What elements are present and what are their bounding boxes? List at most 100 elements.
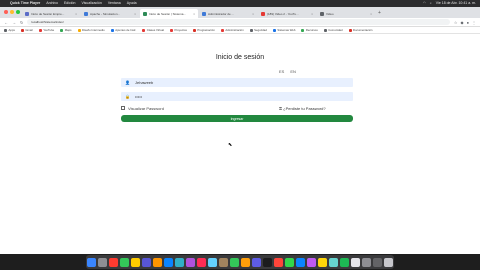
language-selector: ES EN bbox=[279, 69, 296, 74]
bookmark-item[interactable]: YouTube bbox=[38, 28, 54, 32]
new-tab-button[interactable]: + bbox=[378, 9, 381, 18]
dock-app-icon[interactable] bbox=[252, 257, 261, 267]
dock-app-icon[interactable] bbox=[274, 257, 283, 267]
reload-icon[interactable]: ↻ bbox=[20, 20, 23, 25]
forgot-password-link[interactable]: ⚿ ¿Perdiste tu Password? bbox=[279, 106, 326, 111]
dock-app-icon[interactable] bbox=[296, 257, 305, 267]
forward-icon[interactable]: → bbox=[12, 20, 16, 25]
browser-tab[interactable]: Inicio de Sesión | Sistema... × bbox=[140, 9, 198, 18]
dock-app-icon[interactable] bbox=[175, 257, 184, 267]
close-tab-icon[interactable]: × bbox=[370, 12, 372, 16]
bookmark-item[interactable]: Clases Virtual bbox=[142, 28, 164, 32]
bookmark-item[interactable]: Administración bbox=[220, 28, 244, 32]
dock-app-icon[interactable] bbox=[318, 257, 327, 267]
profile-icon[interactable]: ● bbox=[467, 20, 469, 25]
dock-app-icon[interactable] bbox=[219, 257, 228, 267]
username-field[interactable]: 👤 Jehaweeb bbox=[121, 78, 353, 87]
bookmark-item[interactable]: Recursos bbox=[301, 28, 318, 32]
bookmark-favicon-icon bbox=[323, 28, 327, 32]
bookmark-item[interactable]: Seguridad bbox=[249, 28, 267, 32]
bookmark-favicon-icon bbox=[272, 28, 276, 32]
dock-app-icon[interactable] bbox=[263, 257, 272, 267]
dock-app-icon[interactable] bbox=[384, 257, 393, 267]
dock-app-icon[interactable] bbox=[197, 257, 206, 267]
close-window-button[interactable] bbox=[4, 10, 8, 14]
clock[interactable]: Vie 18 de Abr. 10:41 a. m. bbox=[436, 0, 476, 7]
browser-tab[interactable]: Video × bbox=[317, 9, 375, 18]
dock-app-icon[interactable] bbox=[87, 257, 96, 267]
lang-es[interactable]: ES bbox=[279, 69, 284, 74]
app-name[interactable]: Quick Time Player bbox=[10, 0, 40, 7]
bookmark-item[interactable]: Documentación bbox=[348, 28, 372, 32]
wifi-icon[interactable]: ◠ bbox=[423, 0, 426, 7]
menu-icon[interactable]: ⋮ bbox=[472, 20, 476, 25]
lang-en[interactable]: EN bbox=[290, 69, 296, 74]
dock-app-icon[interactable] bbox=[186, 257, 195, 267]
tab-bar: Inicio de Sesión Empre... × Apache - Simul… bbox=[0, 7, 480, 18]
bookmark-label: Maps bbox=[64, 28, 72, 32]
dock-app-icon[interactable] bbox=[131, 257, 140, 267]
close-tab-icon[interactable]: × bbox=[311, 12, 313, 16]
dock-app-icon[interactable] bbox=[98, 257, 107, 267]
dock-app-icon[interactable] bbox=[208, 257, 217, 267]
submit-button[interactable]: Ingresar bbox=[121, 115, 353, 122]
dock-app-icon[interactable] bbox=[285, 257, 294, 267]
bookmark-item[interactable]: Apuntes de Instr. bbox=[110, 28, 136, 32]
menu-visualizacion[interactable]: Visualización bbox=[81, 0, 101, 7]
bookmark-item[interactable]: Maps bbox=[60, 28, 72, 32]
search-icon[interactable]: ⌕ bbox=[430, 0, 432, 7]
menu-edicion[interactable]: Edición bbox=[64, 0, 75, 7]
close-tab-icon[interactable]: × bbox=[193, 12, 195, 16]
bookmark-favicon-icon bbox=[60, 28, 64, 32]
star-icon[interactable]: ☆ bbox=[454, 20, 458, 25]
bookmark-favicon-icon bbox=[348, 28, 352, 32]
dock-app-icon[interactable] bbox=[340, 257, 349, 267]
url-input[interactable]: localhost/Sistema/index/ bbox=[27, 19, 450, 25]
dock-app-icon[interactable] bbox=[230, 257, 239, 267]
dock-app-icon[interactable] bbox=[373, 257, 382, 267]
dock-app-icon[interactable] bbox=[241, 257, 250, 267]
browser-tab[interactable]: Apache - Simulacion... × bbox=[81, 9, 139, 18]
extension-icon[interactable]: ◆ bbox=[461, 20, 464, 25]
show-password-checkbox[interactable]: Visualizar Password bbox=[121, 106, 164, 111]
dock-app-icon[interactable] bbox=[153, 257, 162, 267]
tab-favicon-icon bbox=[202, 11, 206, 16]
bookmark-item[interactable]: Proyectos bbox=[169, 28, 187, 32]
bookmark-item[interactable]: Apps bbox=[4, 28, 15, 32]
dock-app-icon[interactable] bbox=[362, 257, 371, 267]
dock-app-icon[interactable] bbox=[120, 257, 129, 267]
browser-tab[interactable]: (189) Video 2 - YouTu... × bbox=[258, 9, 316, 18]
dock-app-icon[interactable] bbox=[329, 257, 338, 267]
close-tab-icon[interactable]: × bbox=[75, 12, 77, 16]
bookmark-item[interactable]: Sistemas Web bbox=[272, 28, 295, 32]
tab-label: Video bbox=[326, 11, 334, 16]
dock-app-icon[interactable] bbox=[142, 257, 151, 267]
dock-app-icon[interactable] bbox=[307, 257, 316, 267]
bookmark-label: Diseño Intermedio bbox=[82, 28, 105, 32]
bookmark-label: Apps bbox=[8, 28, 15, 32]
back-icon[interactable]: ← bbox=[4, 20, 8, 25]
menu-ayuda[interactable]: Ayuda bbox=[127, 0, 137, 7]
menu-ventana[interactable]: Ventana bbox=[108, 0, 121, 7]
checkbox-box[interactable] bbox=[121, 106, 125, 110]
bookmark-label: Comunidad bbox=[328, 28, 343, 32]
dock-app-icon[interactable] bbox=[351, 257, 360, 267]
password-field[interactable]: 🔒 ••••• bbox=[121, 92, 353, 101]
bookmark-label: Clases Virtual bbox=[146, 28, 164, 32]
dock-app-icon[interactable] bbox=[109, 257, 118, 267]
bookmark-item[interactable]: Diseño Intermedio bbox=[77, 28, 105, 32]
close-tab-icon[interactable]: × bbox=[252, 12, 254, 16]
bookmark-label: Programación bbox=[197, 28, 215, 32]
maximize-window-button[interactable] bbox=[16, 10, 20, 14]
bookmark-item[interactable]: Programación bbox=[192, 28, 215, 32]
dock-app-icon[interactable] bbox=[164, 257, 173, 267]
bookmark-item[interactable]: Comunidad bbox=[323, 28, 343, 32]
browser-tab[interactable]: Inicio de Sesión Empre... × bbox=[22, 9, 80, 18]
menu-archivo[interactable]: Archivo bbox=[46, 0, 58, 7]
close-tab-icon[interactable]: × bbox=[134, 12, 136, 16]
minimize-window-button[interactable] bbox=[10, 10, 14, 14]
bookmark-item[interactable]: Gmail bbox=[20, 28, 33, 32]
bookmark-favicon-icon bbox=[249, 28, 253, 32]
browser-tab[interactable]: Administrador de ... × bbox=[199, 9, 257, 18]
show-password-label: Visualizar Password bbox=[128, 105, 164, 111]
